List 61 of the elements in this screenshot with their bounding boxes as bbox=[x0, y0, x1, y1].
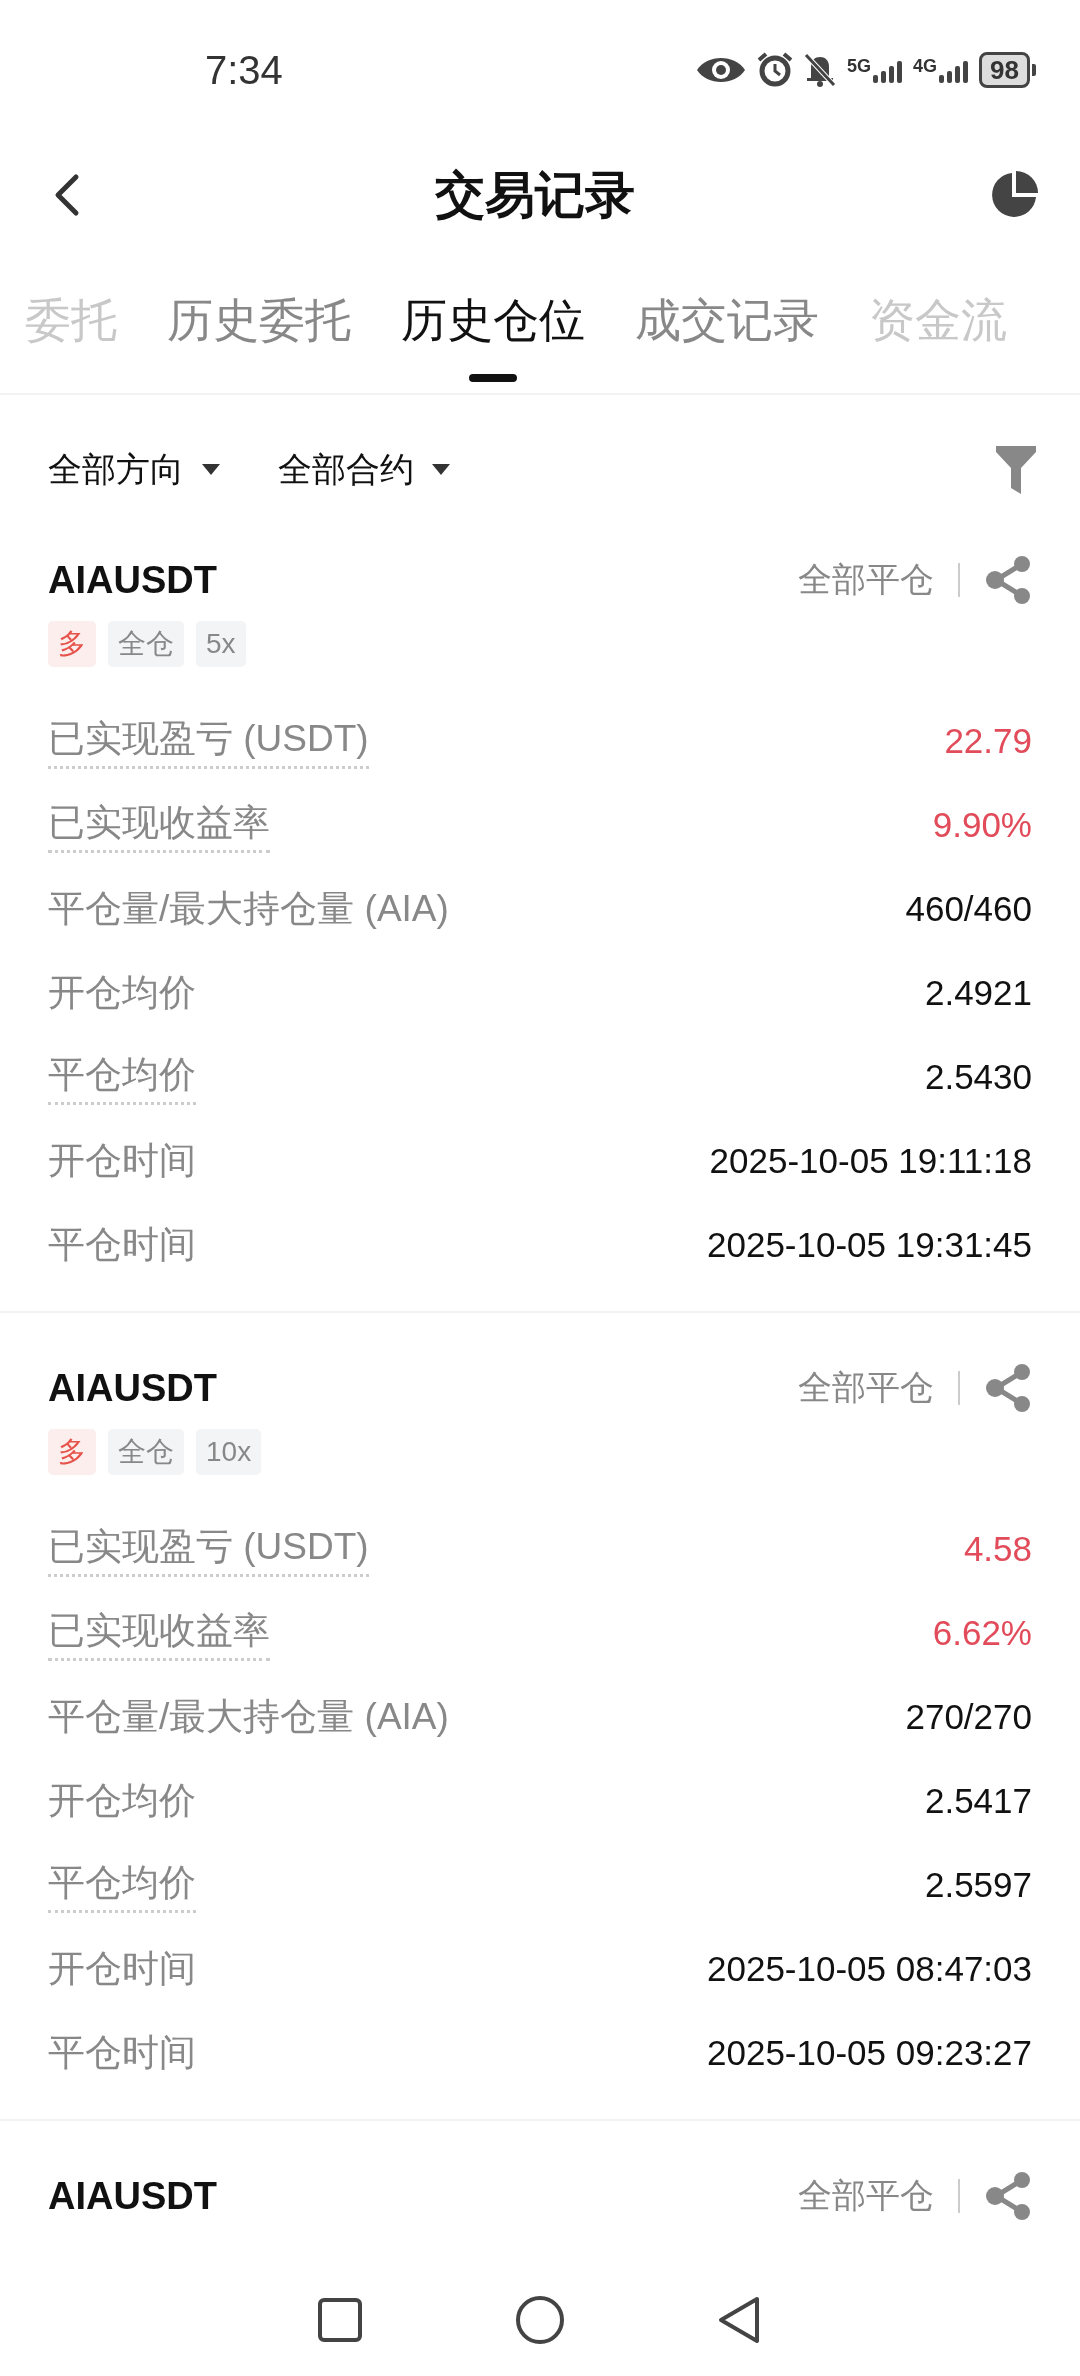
field-label: 开仓均价 bbox=[48, 971, 196, 1015]
position-tag: 10x bbox=[196, 1429, 262, 1475]
battery-level: 98 bbox=[979, 52, 1030, 88]
field-value: 2.4921 bbox=[924, 973, 1032, 1013]
field-value: 22.79 bbox=[944, 721, 1032, 761]
tab[interactable]: 历史仓位 bbox=[401, 290, 585, 352]
symbol-name: AIAUSDT bbox=[48, 1366, 217, 1410]
field-label[interactable]: 已实现盈亏 (USDT) bbox=[48, 713, 369, 769]
position-tag: 全仓 bbox=[108, 621, 184, 667]
field-label: 开仓时间 bbox=[48, 1139, 196, 1183]
direction-tag: 多 bbox=[48, 621, 96, 667]
filter-icon[interactable] bbox=[996, 446, 1036, 494]
field-label: 平仓时间 bbox=[48, 2031, 196, 2075]
symbol-name: AIAUSDT bbox=[48, 2174, 217, 2218]
field-label: 开仓时间 bbox=[48, 1947, 196, 1991]
tab-indicator bbox=[469, 374, 517, 382]
share-icon[interactable] bbox=[986, 2172, 1032, 2220]
field-value: 2025-10-05 19:11:18 bbox=[709, 1141, 1032, 1181]
field-value: 9.90% bbox=[932, 805, 1032, 845]
tab[interactable]: 历史委托 bbox=[167, 290, 351, 352]
field-value: 2.5430 bbox=[924, 1057, 1032, 1097]
direction-tag: 多 bbox=[48, 1429, 96, 1475]
field-value: 2.5597 bbox=[924, 1865, 1032, 1905]
tab[interactable]: 成交记录 bbox=[635, 290, 819, 352]
recents-icon[interactable] bbox=[317, 2297, 363, 2343]
field-value: 2025-10-05 08:47:03 bbox=[707, 1949, 1032, 1989]
field-label[interactable]: 已实现盈亏 (USDT) bbox=[48, 1521, 369, 1577]
position-tag: 5x bbox=[196, 621, 246, 667]
page-title: 交易记录 bbox=[435, 165, 635, 225]
field-label[interactable]: 已实现收益率 bbox=[48, 1605, 270, 1661]
close-all-link[interactable]: 全部平仓 bbox=[798, 1365, 934, 1411]
field-label: 平仓量/最大持仓量 (AIA) bbox=[48, 1695, 449, 1739]
field-label: 开仓均价 bbox=[48, 1779, 196, 1823]
caret-icon bbox=[432, 464, 450, 476]
muted-bell-icon bbox=[803, 52, 838, 88]
field-label: 平仓时间 bbox=[48, 1223, 196, 1267]
symbol-name: AIAUSDT bbox=[48, 558, 217, 602]
field-value: 6.62% bbox=[932, 1613, 1032, 1653]
filter-dropdown[interactable]: 全部方向 bbox=[48, 447, 220, 493]
field-label[interactable]: 平仓均价 bbox=[48, 1857, 196, 1913]
filter-dropdown[interactable]: 全部合约 bbox=[278, 447, 450, 493]
field-label[interactable]: 平仓均价 bbox=[48, 1049, 196, 1105]
close-all-link[interactable]: 全部平仓 bbox=[798, 557, 934, 603]
share-icon[interactable] bbox=[986, 1364, 1032, 1412]
close-all-link[interactable]: 全部平仓 bbox=[798, 2173, 934, 2219]
alarm-icon bbox=[757, 52, 794, 88]
home-icon[interactable] bbox=[515, 2295, 565, 2345]
network-label: 5G bbox=[847, 57, 872, 75]
field-label[interactable]: 已实现收益率 bbox=[48, 797, 270, 853]
field-value: 2.5417 bbox=[924, 1781, 1032, 1821]
field-value: 4.58 bbox=[963, 1529, 1032, 1569]
caret-icon bbox=[202, 464, 220, 476]
field-value: 2025-10-05 19:31:45 bbox=[707, 1225, 1032, 1265]
field-label: 平仓量/最大持仓量 (AIA) bbox=[48, 887, 449, 931]
field-value: 270/270 bbox=[905, 1697, 1032, 1737]
field-value: 460/460 bbox=[905, 889, 1032, 929]
status-time: 7:34 bbox=[205, 47, 283, 93]
share-icon[interactable] bbox=[986, 556, 1032, 604]
field-value: 2025-10-05 09:23:27 bbox=[707, 2033, 1032, 2073]
position-tag: 全仓 bbox=[108, 1429, 184, 1475]
network-label: 4G bbox=[913, 57, 938, 75]
